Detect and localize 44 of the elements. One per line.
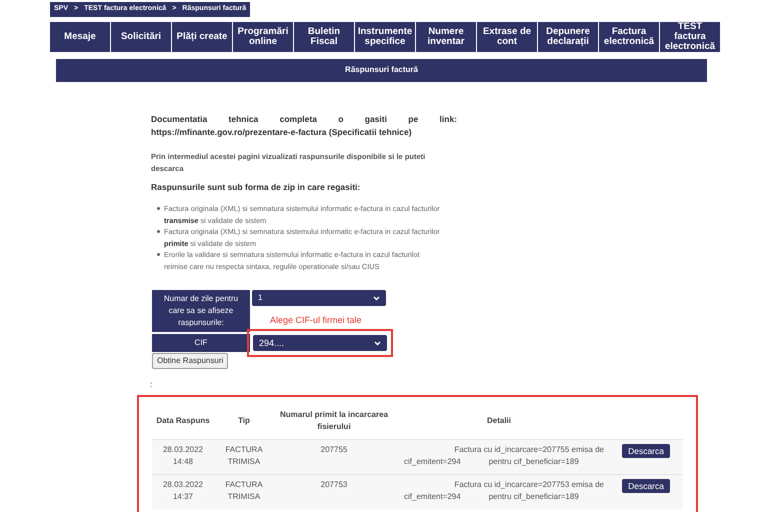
number-cell-text: 207755	[320, 444, 348, 456]
column-header: Detalii	[486, 415, 511, 428]
nav-tab[interactable]: Solicitări	[111, 22, 171, 52]
nav-tab[interactable]: Numere inventar	[416, 22, 476, 52]
nav-tab[interactable]: Factura electronică	[599, 22, 659, 52]
bullet-icon	[157, 207, 160, 210]
days-label: Numar de zile pentru care sa se afiseze raspunsurile:	[152, 290, 250, 332]
download-button[interactable]: Descarca	[622, 444, 670, 458]
nav-tab[interactable]: Plăți create	[172, 22, 232, 52]
type-cell-text: FACTURA TRIMISA	[224, 479, 264, 504]
days-select[interactable]: 1	[252, 290, 386, 306]
nav-tab[interactable]: Mesaje	[50, 22, 110, 52]
column-header: Numarul primit la incarcarea fisierului	[278, 409, 390, 434]
list-heading: Raspunsurile sunt sub forma de zip in care regasiti:	[151, 180, 362, 194]
cif-select[interactable]: 294....	[253, 335, 387, 352]
details-text: Factura cu id_incarcare=207755 emisa de	[454, 444, 604, 456]
bullet-icon	[157, 253, 160, 256]
details-text: cif_emitent=294	[404, 456, 461, 468]
details-text: cif_emitent=294	[404, 491, 461, 504]
cif-hint: Alege CIF-ul firmei tale	[270, 314, 363, 328]
nav-tab[interactable]: Programări online	[233, 22, 293, 52]
date-cell-text: 28.03.2022 14:48	[162, 444, 204, 468]
chevron-down-icon	[373, 296, 380, 301]
details-text: Factura cu id_incarcare=207753 emisa de	[454, 479, 604, 492]
column-header: Tip	[238, 415, 250, 428]
documentation-text: Documentatia tehnica completa o gasiti pe link: https://mfinante.gov.ro/prezentare-e-factura (Specificatii tehnice)	[151, 112, 457, 138]
submit-button[interactable]: Obtine Raspunsuri	[152, 353, 228, 370]
nav-tab[interactable]: Extrase de cont	[477, 22, 537, 52]
details-text: pentru cif_beneficiar=189	[488, 491, 579, 504]
details-text: pentru cif_beneficiar=189	[488, 456, 579, 468]
bullet-icon	[157, 230, 160, 234]
nav-tab[interactable]: Depunere declarații	[538, 22, 598, 52]
nav-tab[interactable]: Buletin Fiscal	[294, 22, 354, 52]
date-cell-text: 28.03.2022 14:37	[162, 479, 204, 504]
nav-tab[interactable]: TEST factura electronică	[660, 22, 720, 52]
nav-tab[interactable]: Instrumente specifice	[355, 22, 415, 52]
separator-text: :	[150, 381, 154, 390]
chevron-down-icon	[374, 340, 381, 346]
column-header: Data Raspuns	[156, 415, 210, 428]
number-cell-text: 207753	[320, 479, 348, 492]
type-cell-text: FACTURA TRIMISA	[224, 444, 264, 468]
download-button[interactable]: Descarca	[622, 479, 670, 494]
cif-label: CIF	[152, 334, 250, 352]
page-title-bar: Răspunsuri factură	[56, 58, 707, 82]
